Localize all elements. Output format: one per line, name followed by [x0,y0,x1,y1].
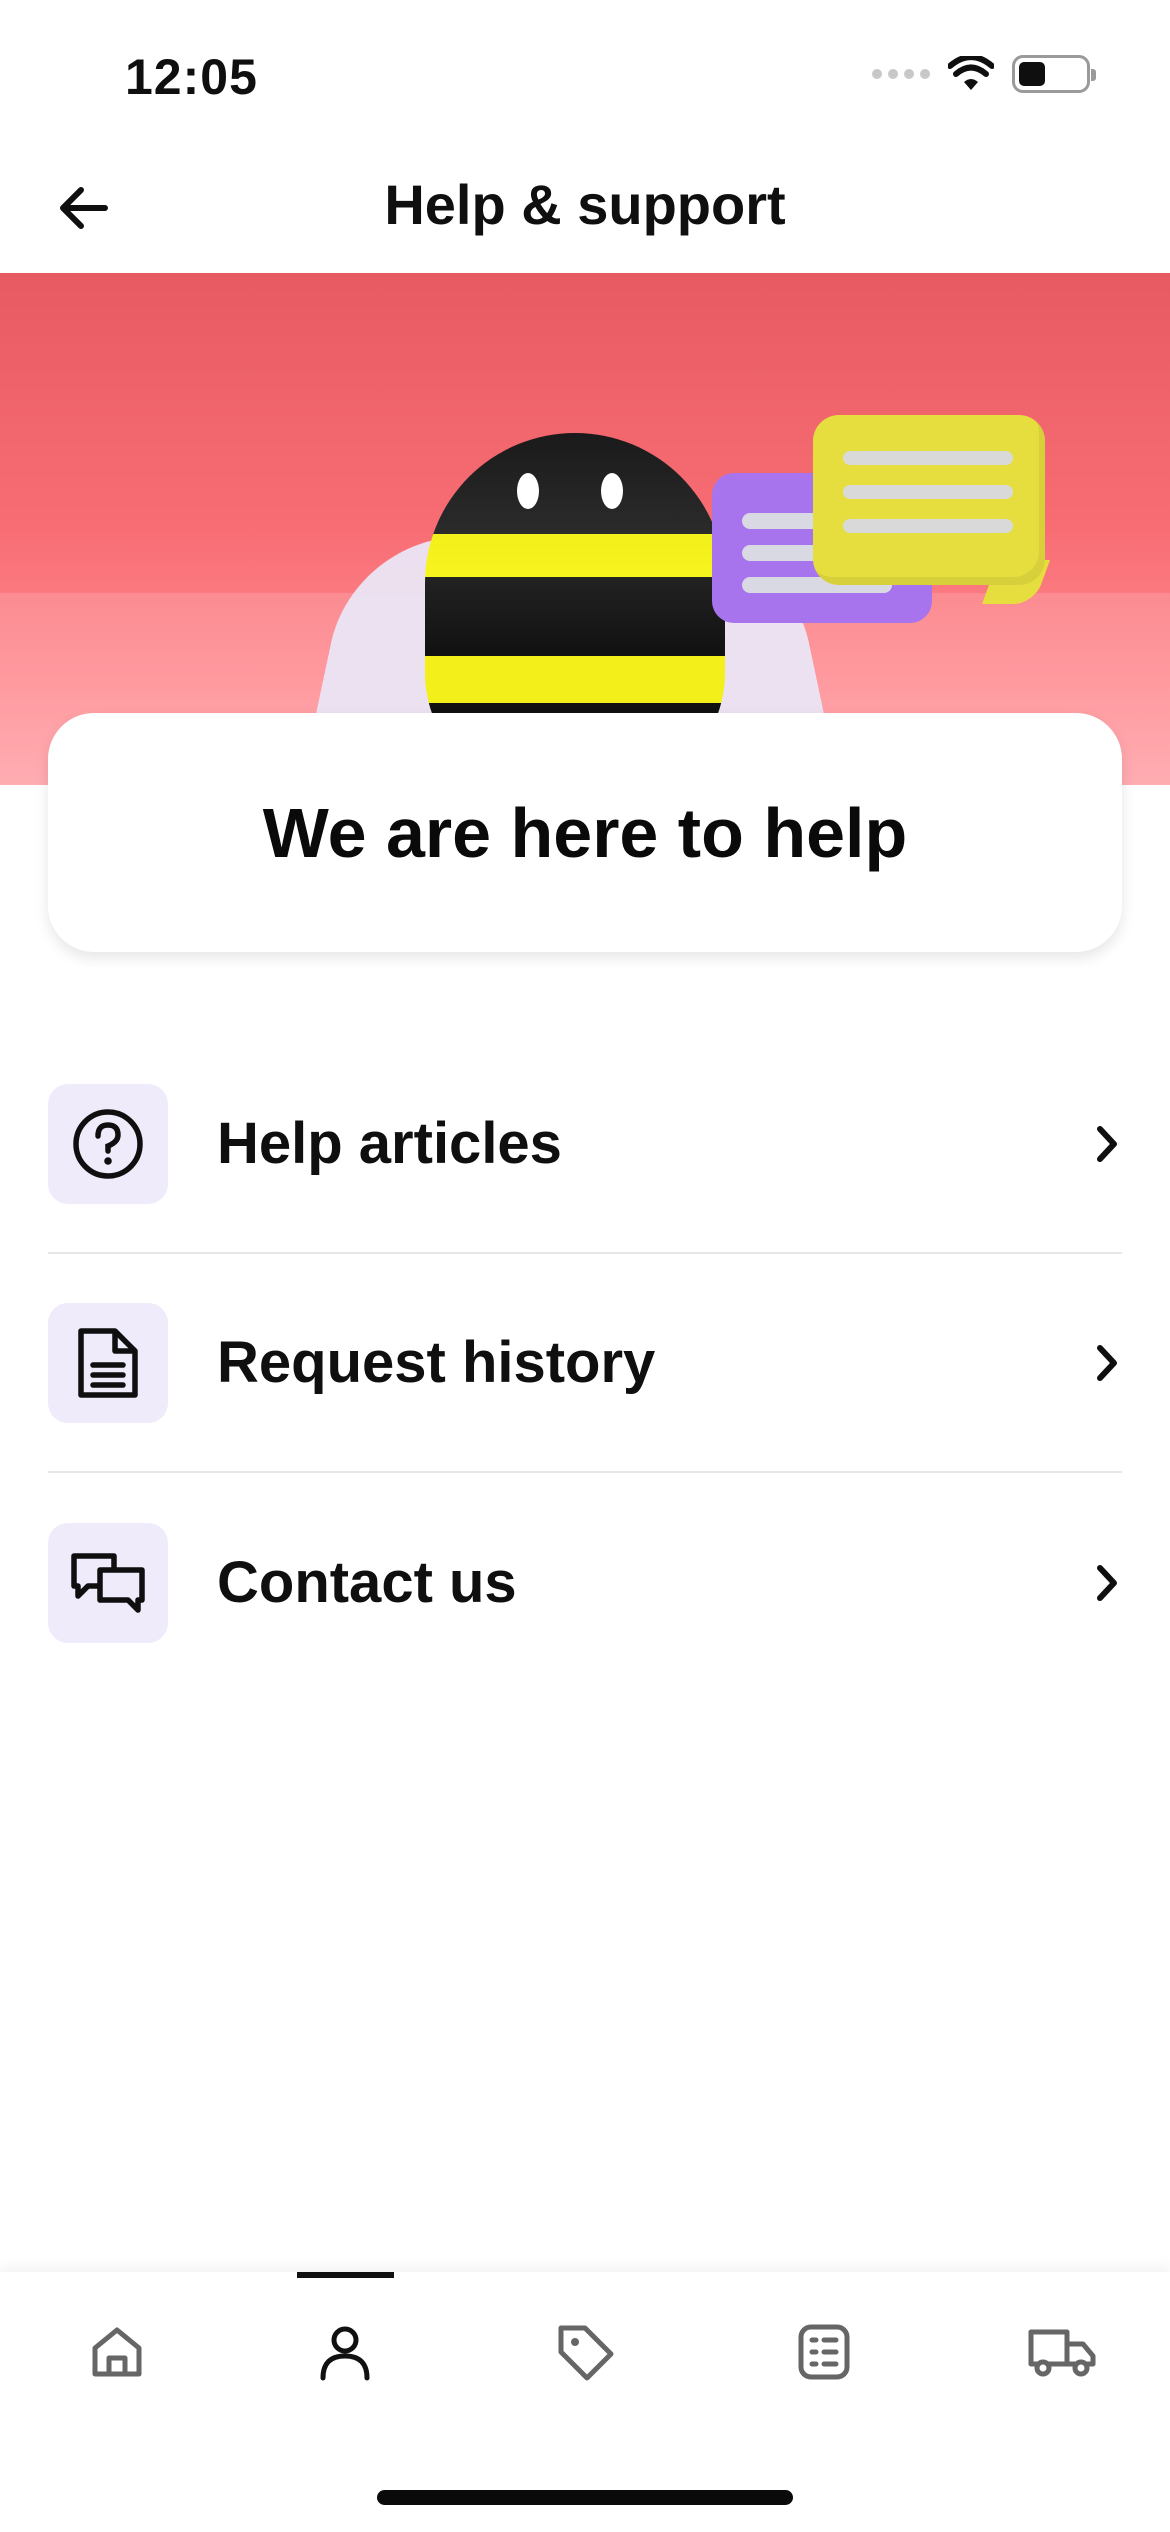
nav-home[interactable] [0,2272,234,2432]
chat-bubbles-icon [71,1552,145,1613]
menu-item-label: Help articles [217,1111,562,1176]
hero-card-text: We are here to help [262,793,908,872]
home-icon [92,2327,142,2377]
menu-item-contact-us[interactable]: Contact us [48,1473,1122,1692]
chevron-right-icon [1072,1119,1122,1169]
support-menu: Help articles Request history Contact us [48,1035,1122,1692]
menu-icon-box [48,1522,168,1643]
status-bar: 12:05 [0,0,1170,140]
list-icon [798,2324,850,2380]
nav-orders[interactable] [707,2272,941,2432]
chevron-right-icon [1072,1338,1122,1388]
person-icon [320,2326,370,2381]
nav-offers[interactable] [468,2272,702,2432]
menu-item-label: Request history [217,1330,656,1395]
status-time: 12:05 [125,49,258,105]
menu-item-label: Contact us [217,1550,517,1615]
menu-icon-box [48,1302,168,1423]
truck-icon [1028,2329,1096,2377]
status-icons [872,55,1096,93]
tag-icon [558,2325,614,2381]
question-circle-icon [73,1108,143,1179]
page-title: Help & support [384,173,786,236]
header: Help & support [0,140,1170,273]
battery-icon [1012,55,1096,93]
home-indicator [377,2490,793,2505]
nav-delivery[interactable] [945,2272,1170,2432]
chevron-right-icon [1072,1558,1122,1608]
wifi-icon [948,56,994,90]
menu-icon-box [48,1083,168,1204]
document-icon [78,1327,138,1398]
menu-item-help-articles[interactable]: Help articles [48,1035,1122,1254]
signal-icon [872,69,930,79]
hero-card: We are here to help [48,713,1122,952]
chat-bubble-illustration-2 [813,415,1045,585]
menu-item-request-history[interactable]: Request history [48,1254,1122,1473]
nav-account[interactable] [228,2272,462,2432]
